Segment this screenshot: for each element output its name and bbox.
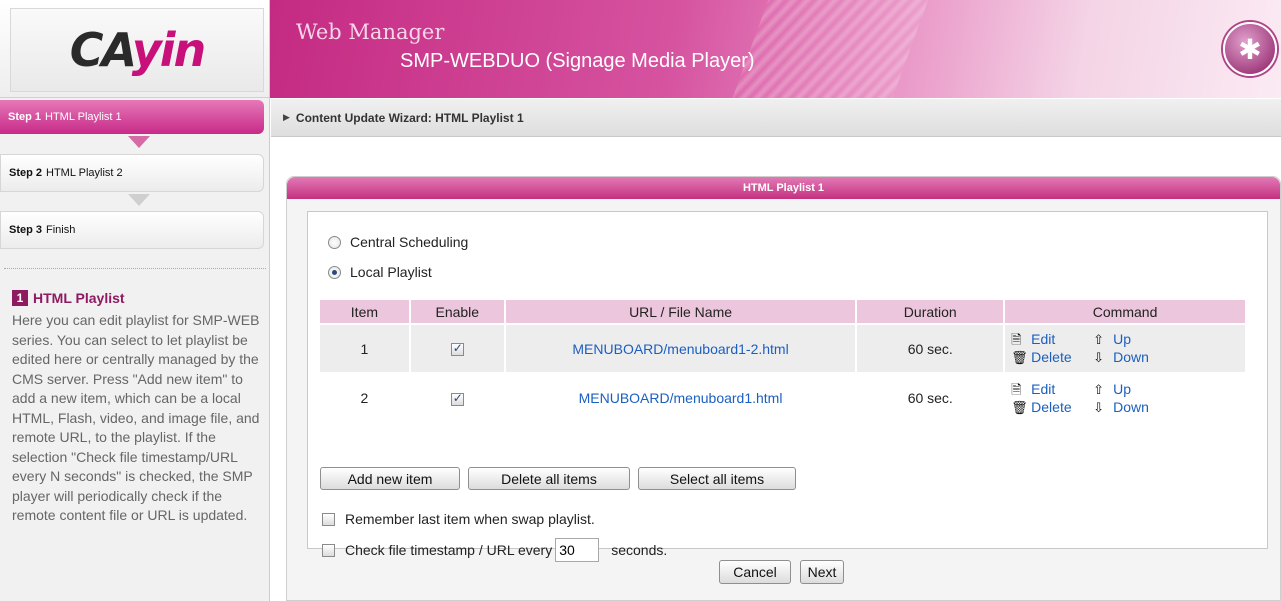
central-scheduling-label: Central Scheduling <box>350 234 469 250</box>
next-button[interactable]: Next <box>800 560 844 584</box>
logo-text-left: CA <box>69 23 134 77</box>
triangle-right-icon: ▶ <box>283 112 290 122</box>
arrow-up-icon[interactable]: ⇧ <box>1093 382 1113 397</box>
app-header: Web Manager SMP-WEBDUO (Signage Media Pl… <box>270 0 1281 98</box>
up-link[interactable]: Up <box>1113 381 1163 397</box>
local-playlist-radio[interactable] <box>328 265 341 279</box>
down-link[interactable]: Down <box>1113 350 1163 365</box>
up-link[interactable]: Up <box>1113 332 1163 347</box>
trash-icon[interactable]: 🗑 <box>1011 350 1031 365</box>
logo-text-right: yin <box>131 23 207 77</box>
help-title: 1 HTML Playlist <box>12 290 125 306</box>
url-cell: MENUBOARD/menuboard1.html <box>504 372 858 422</box>
enable-cell <box>409 323 506 373</box>
step-label: HTML Playlist 1 <box>45 111 122 123</box>
panel-title: HTML Playlist 1 <box>287 177 1280 199</box>
playlist-table: Item Enable URL / File Name Duration Com… <box>320 300 1247 422</box>
breadcrumb: ▶ Content Update Wizard: HTML Playlist 1 <box>271 99 1281 137</box>
edit-icon[interactable]: 🗎 <box>1011 332 1031 347</box>
arrow-up-icon[interactable]: ⇧ <box>1093 332 1113 347</box>
delete-all-items-button[interactable]: Delete all items <box>468 467 630 490</box>
device-model-title: SMP-WEBDUO (Signage Media Player) <box>400 50 755 72</box>
enable-checkbox[interactable] <box>450 341 464 357</box>
playlist-panel: HTML Playlist 1 Central Scheduling Local… <box>286 176 1281 601</box>
item-number: 2 <box>320 372 411 422</box>
step-label: HTML Playlist 2 <box>46 167 123 179</box>
duration-value: 60 sec. <box>856 372 1006 422</box>
local-playlist-option[interactable]: Local Playlist <box>328 264 432 280</box>
step-number: Step 1 <box>8 111 42 123</box>
delete-link[interactable]: Delete <box>1031 350 1093 365</box>
brand-title: Web Manager <box>296 20 445 44</box>
add-new-item-button[interactable]: Add new item <box>320 467 460 490</box>
central-scheduling-option[interactable]: Central Scheduling <box>328 234 468 250</box>
step-1-html-playlist-1[interactable]: Step 1 HTML Playlist 1 <box>0 100 264 134</box>
table-row: 1 MENUBOARD/menuboard1-2.html 60 sec. 🗎 … <box>320 323 1247 373</box>
item-number: 1 <box>320 323 411 373</box>
table-header-row: Item Enable URL / File Name Duration Com… <box>320 300 1247 324</box>
remember-last-item-option[interactable]: Remember last item when swap playlist. <box>322 511 595 527</box>
step-arrow-icon <box>128 194 150 206</box>
command-cell: 🗎 Edit ⇧ Up 🗑 Delete ⇩ Down <box>1004 372 1247 422</box>
help-number-badge: 1 <box>12 290 28 306</box>
trash-icon[interactable]: 🗑 <box>1011 400 1031 415</box>
column-header-enable: Enable <box>409 300 506 324</box>
step-number: Step 2 <box>9 167 43 179</box>
check-timestamp-label: Check file timestamp / URL every <box>345 542 553 558</box>
check-timestamp-option[interactable]: Check file timestamp / URL every seconds… <box>322 538 667 562</box>
local-playlist-label: Local Playlist <box>350 264 432 280</box>
url-link[interactable]: MENUBOARD/menuboard1.html <box>579 390 783 406</box>
step-2-html-playlist-2[interactable]: Step 2 HTML Playlist 2 <box>0 154 264 192</box>
breadcrumb-text: Content Update Wizard: HTML Playlist 1 <box>295 110 524 125</box>
column-header-item: Item <box>320 300 411 324</box>
select-all-items-button[interactable]: Select all items <box>638 467 796 490</box>
enable-checkbox[interactable] <box>450 391 464 406</box>
enable-cell <box>409 372 506 422</box>
url-link[interactable]: MENUBOARD/menuboard1-2.html <box>572 341 788 357</box>
step-number: Step 3 <box>9 224 43 236</box>
cayin-logo: CAyin <box>10 8 264 92</box>
step-3-finish[interactable]: Step 3 Finish <box>0 211 264 249</box>
help-title-text: HTML Playlist <box>33 290 125 306</box>
divider <box>4 268 266 269</box>
check-interval-input[interactable] <box>555 538 600 562</box>
wizard-sidebar: Step 1 HTML Playlist 1 Step 2 HTML Playl… <box>0 98 270 601</box>
command-cell: 🗎 Edit ⇧ Up 🗑 Delete ⇩ Down <box>1004 323 1247 373</box>
delete-link[interactable]: Delete <box>1031 399 1093 415</box>
down-link[interactable]: Down <box>1113 399 1163 415</box>
step-arrow-icon <box>128 136 150 148</box>
edit-link[interactable]: Edit <box>1031 332 1093 347</box>
remember-last-item-label: Remember last item when swap playlist. <box>345 511 595 527</box>
check-interval-unit: seconds. <box>611 542 668 558</box>
playlist-form: Central Scheduling Local Playlist Item E… <box>307 211 1268 562</box>
check-timestamp-checkbox[interactable] <box>322 543 335 557</box>
cancel-button[interactable]: Cancel <box>719 560 791 584</box>
step-label: Finish <box>46 224 76 236</box>
edit-link[interactable]: Edit <box>1031 381 1093 397</box>
column-header-command: Command <box>1004 300 1247 324</box>
column-header-url: URL / File Name <box>504 300 858 324</box>
column-header-duration: Duration <box>856 300 1006 324</box>
table-row: 2 MENUBOARD/menuboard1.html 60 sec. 🗎 Ed… <box>320 372 1247 422</box>
duration-value: 60 sec. <box>856 323 1006 373</box>
central-scheduling-radio[interactable] <box>328 235 341 249</box>
edit-icon[interactable]: 🗎 <box>1011 382 1031 397</box>
arrow-down-icon[interactable]: ⇩ <box>1093 350 1113 365</box>
help-description: Here you can edit playlist for SMP-WEB s… <box>12 312 260 523</box>
url-cell: MENUBOARD/menuboard1-2.html <box>504 323 858 373</box>
remember-last-item-checkbox[interactable] <box>322 512 335 526</box>
logo-area: CAyin <box>0 0 270 98</box>
cayin-emblem-icon: ✱ <box>1223 22 1277 76</box>
arrow-down-icon[interactable]: ⇩ <box>1093 400 1113 415</box>
